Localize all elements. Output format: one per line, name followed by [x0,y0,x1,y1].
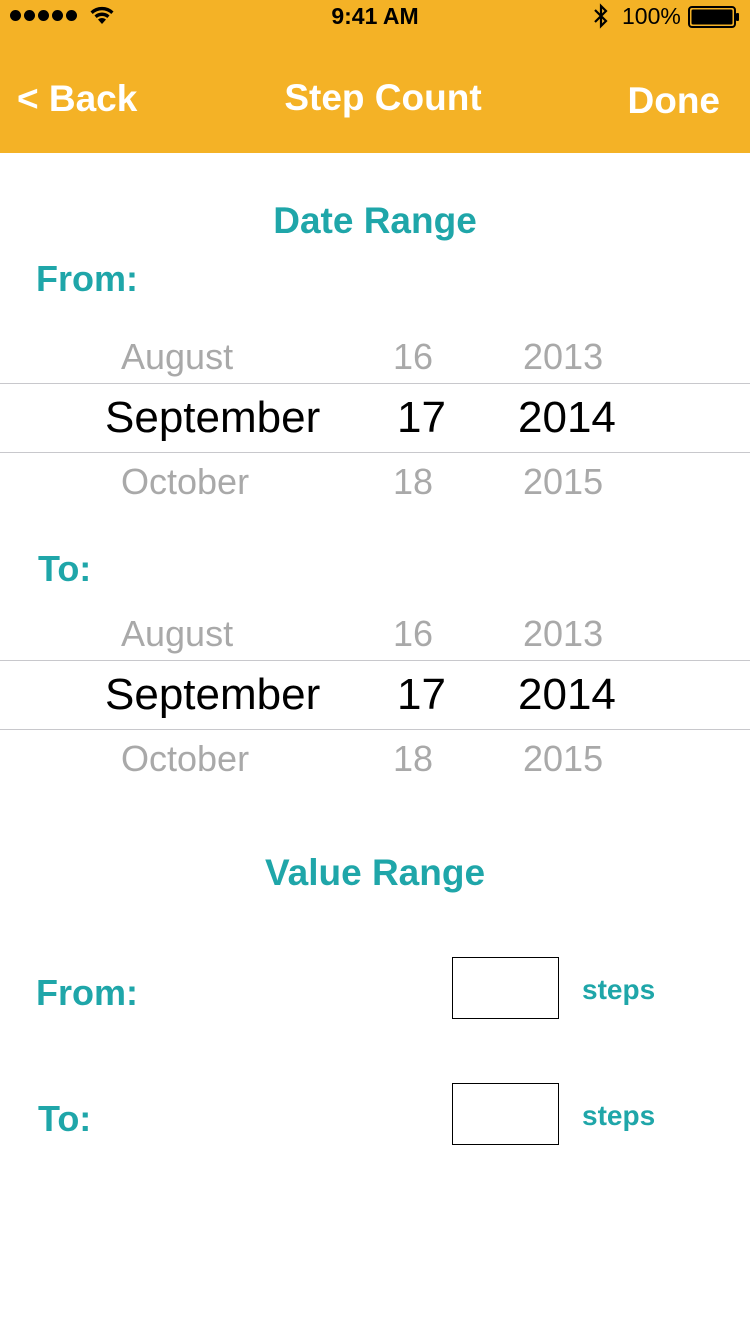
value-to-unit: steps [582,1100,656,1131]
day-selected[interactable]: 17 [397,393,446,443]
date-from-label: From: [36,258,138,299]
to-date-picker[interactable]: August 16 2013 September 17 2014 October… [0,607,750,787]
value-from-label: From: [36,972,138,1013]
month-option[interactable]: August [121,336,233,378]
month-selected[interactable]: September [105,393,320,443]
month-selected[interactable]: September [105,670,320,720]
year-option[interactable]: 2015 [523,738,603,780]
value-to-input[interactable] [452,1083,559,1145]
day-option[interactable]: 18 [393,461,433,503]
picker-selection-top-rule [0,383,750,384]
value-range-title: Value Range [264,852,486,893]
battery-percent: 100% [622,3,681,29]
month-option[interactable]: October [121,738,249,780]
day-selected[interactable]: 17 [397,670,446,720]
value-from-input[interactable] [452,957,559,1019]
year-option[interactable]: 2013 [523,336,603,378]
status-bar: 9:41 AM 100% [0,0,750,34]
from-date-picker[interactable]: August 16 2013 September 17 2014 October… [0,330,750,510]
day-option[interactable]: 16 [393,613,433,655]
picker-selection-bottom-rule [0,729,750,730]
picker-selection-top-rule [0,660,750,661]
day-option[interactable]: 18 [393,738,433,780]
year-selected[interactable]: 2014 [518,393,616,443]
value-from-unit: steps [582,974,656,1005]
month-option[interactable]: October [121,461,249,503]
header: 9:41 AM 100% < Back Step Count Done [0,0,750,153]
value-to-label: To: [38,1098,92,1139]
day-option[interactable]: 16 [393,336,433,378]
month-option[interactable]: August [121,613,233,655]
battery-icon [688,6,739,28]
screen: 9:41 AM 100% < Back Step Count Done Date… [0,0,750,1334]
date-to-label: To: [38,548,92,589]
bluetooth-icon [594,3,608,29]
year-option[interactable]: 2015 [523,461,603,503]
year-selected[interactable]: 2014 [518,670,616,720]
picker-selection-bottom-rule [0,452,750,453]
done-button[interactable]: Done [628,80,721,122]
date-range-title: Date Range [273,200,477,241]
year-option[interactable]: 2013 [523,613,603,655]
